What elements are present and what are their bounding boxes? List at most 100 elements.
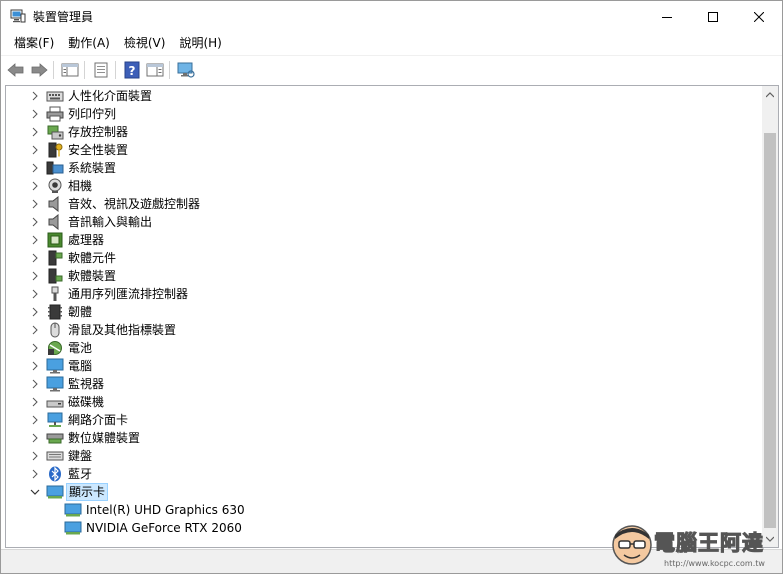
tree-node-label: 鍵盤 [68, 449, 93, 463]
menu-help[interactable]: 說明(H) [172, 33, 228, 53]
help-button[interactable]: ? [121, 59, 143, 81]
chevron-right-icon[interactable] [30, 253, 40, 263]
monitor-scan-icon [177, 62, 195, 78]
chevron-right-icon[interactable] [30, 235, 40, 245]
chevron-right-icon[interactable] [30, 451, 40, 461]
tree-node-computer[interactable]: 電腦 [6, 357, 746, 375]
svg-text:?: ? [129, 64, 136, 78]
tree-node-storage-controllers[interactable]: 存放控制器 [6, 123, 746, 141]
chevron-right-icon[interactable] [30, 271, 40, 281]
usb-icon [51, 286, 59, 301]
chevron-down-icon[interactable] [30, 487, 40, 497]
chevron-right-icon[interactable] [30, 217, 40, 227]
back-button[interactable] [5, 59, 27, 81]
toolbar-separator [115, 61, 116, 79]
tree-node-firmware[interactable]: 韌體 [6, 303, 746, 321]
tree-node-label: 電腦 [68, 359, 93, 373]
printer-icon [46, 106, 64, 122]
forward-button[interactable] [28, 59, 50, 81]
software-component-icon [48, 250, 63, 266]
chevron-right-icon[interactable] [30, 109, 40, 119]
tree-node-security-devices[interactable]: 安全性裝置 [6, 141, 746, 159]
tree-node-sound-video-game-controllers[interactable]: 音效、視訊及遊戲控制器 [6, 195, 746, 213]
processor-icon [47, 232, 63, 248]
tree-node-keyboards[interactable]: 鍵盤 [6, 447, 746, 465]
watermark-url: http://www.kocpc.com.tw [664, 559, 765, 568]
tree-node-batteries[interactable]: 電池 [6, 339, 746, 357]
device-tree[interactable]: 人性化介面裝置 列印佇列 存放控制器 安全性裝置 系統裝置 相機 音效、視訊及遊… [5, 85, 762, 548]
close-icon [754, 11, 764, 22]
menu-bar: 檔案(F) 動作(A) 檢視(V) 說明(H) [1, 32, 782, 54]
tree-node-label: 電池 [68, 341, 93, 355]
minimize-button[interactable] [644, 1, 690, 32]
tree-node-label: 軟體裝置 [68, 269, 117, 283]
tree-node-digital-media-devices[interactable]: 數位媒體裝置 [6, 429, 746, 447]
chevron-right-icon[interactable] [30, 307, 40, 317]
tree-node-label: 列印佇列 [68, 107, 117, 121]
chevron-right-icon[interactable] [30, 415, 40, 425]
display-adapter-icon [64, 521, 82, 535]
toolbar-separator [169, 61, 170, 79]
tree-node-software-components[interactable]: 軟體元件 [6, 249, 746, 267]
tree-node-software-devices[interactable]: 軟體裝置 [6, 267, 746, 285]
tree-node-audio-inputs-outputs[interactable]: 音訊輸入與輸出 [6, 213, 746, 231]
menu-view[interactable]: 檢視(V) [117, 33, 173, 53]
chevron-right-icon[interactable] [30, 181, 40, 191]
tree-node-label: 通用序列匯流排控制器 [68, 287, 189, 301]
tree-node-processors[interactable]: 處理器 [6, 231, 746, 249]
chevron-right-icon[interactable] [30, 433, 40, 443]
chevron-right-icon[interactable] [30, 289, 40, 299]
display-adapter-icon [64, 503, 82, 517]
camera-icon [48, 178, 62, 193]
tree-node-label: 監視器 [68, 377, 105, 391]
tree-node-network-adapters[interactable]: 網路介面卡 [6, 411, 746, 429]
scrollbar-thumb[interactable] [764, 133, 776, 528]
chevron-right-icon[interactable] [30, 199, 40, 209]
scroll-up-button[interactable] [762, 86, 778, 103]
close-button[interactable] [736, 1, 782, 32]
tree-node-intel-uhd-630[interactable]: Intel(R) UHD Graphics 630 [6, 501, 746, 519]
tree-node-display-adapters[interactable]: 顯示卡 [6, 483, 746, 501]
forward-arrow-icon [31, 63, 48, 77]
chevron-right-icon[interactable] [30, 379, 40, 389]
chevron-right-icon[interactable] [30, 145, 40, 155]
tree-node-system-devices[interactable]: 系統裝置 [6, 159, 746, 177]
network-adapter-icon [47, 412, 63, 427]
chevron-right-icon[interactable] [30, 397, 40, 407]
digital-media-icon [46, 433, 64, 444]
chevron-right-icon[interactable] [30, 325, 40, 335]
tree-node-monitors[interactable]: 監視器 [6, 375, 746, 393]
tree-node-bluetooth[interactable]: 藍牙 [6, 465, 746, 483]
tree-node-label: 韌體 [68, 305, 93, 319]
storage-controller-icon [47, 125, 64, 140]
title-bar[interactable]: 裝置管理員 [1, 1, 782, 32]
chevron-right-icon[interactable] [30, 163, 40, 173]
tree-node-label: Intel(R) UHD Graphics 630 [86, 503, 245, 517]
show-hide-tree-button[interactable] [59, 59, 81, 81]
tree-node-label: 相機 [68, 179, 93, 193]
tree-node-label: 人性化介面裝置 [68, 89, 153, 103]
menu-action[interactable]: 動作(A) [61, 33, 117, 53]
chevron-right-icon[interactable] [30, 127, 40, 137]
properties-button[interactable] [90, 59, 112, 81]
toolbar-separator [84, 61, 85, 79]
tree-node-mice[interactable]: 滑鼠及其他指標裝置 [6, 321, 746, 339]
action-pane-button[interactable] [144, 59, 166, 81]
tree-node-camera[interactable]: 相機 [6, 177, 746, 195]
help-icon: ? [124, 61, 140, 79]
tree-node-print-queue[interactable]: 列印佇列 [6, 105, 746, 123]
device-manager-window: 裝置管理員 檔案(F) 動作(A) 檢視(V) 說明(H) ? 人性化介面裝置 … [0, 0, 783, 574]
chevron-right-icon[interactable] [30, 469, 40, 479]
tree-node-hid[interactable]: 人性化介面裝置 [6, 87, 746, 105]
maximize-icon [708, 11, 718, 22]
chevron-right-icon[interactable] [30, 361, 40, 371]
vertical-scrollbar[interactable] [762, 85, 779, 548]
menu-file[interactable]: 檔案(F) [7, 33, 61, 53]
maximize-button[interactable] [690, 1, 736, 32]
tree-node-disk-drives[interactable]: 磁碟機 [6, 393, 746, 411]
tree-node-usb-controllers[interactable]: 通用序列匯流排控制器 [6, 285, 746, 303]
scan-hardware-button[interactable] [175, 59, 197, 81]
chevron-right-icon[interactable] [30, 343, 40, 353]
chevron-right-icon[interactable] [30, 91, 40, 101]
site-watermark: 電腦王阿達 http://www.kocpc.com.tw [608, 521, 778, 571]
